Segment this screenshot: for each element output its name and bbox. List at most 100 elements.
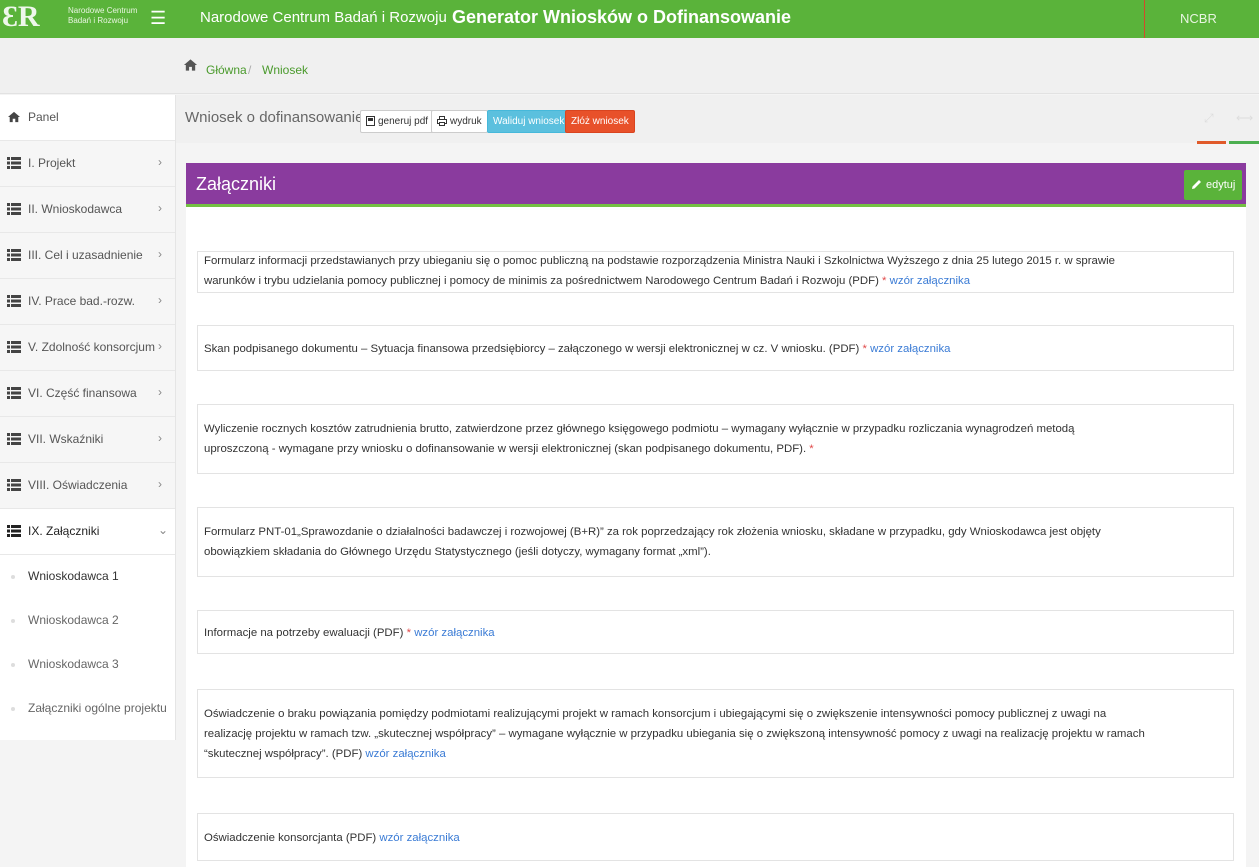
sidebar-subitem-label: Wnioskodawca 3 — [28, 657, 119, 671]
validate-button[interactable]: Waliduj wniosek — [487, 110, 571, 133]
sidebar-item-label: VI. Część finansowa — [28, 386, 137, 400]
attachment-item: Formularz informacji przedstawianych prz… — [197, 251, 1234, 293]
attachment-item: Oświadczenie konsorcjanta (PDF) wzór zał… — [197, 813, 1234, 861]
sidebar-item-panel[interactable]: Panel — [0, 95, 175, 141]
list-icon — [7, 249, 21, 261]
template-link[interactable]: wzór załącznika — [365, 748, 445, 760]
sidebar-subitem-zalaczniki-ogolne[interactable]: Załączniki ogólne projektu — [0, 687, 175, 731]
breadcrumb-current[interactable]: Wniosek — [262, 63, 308, 77]
list-icon — [7, 387, 21, 399]
sidebar-item-label: I. Projekt — [28, 156, 76, 170]
list-icon — [7, 341, 21, 353]
sidebar-item-label: III. Cel i uzasadnienie — [28, 248, 143, 262]
generate-pdf-label: generuj pdf — [378, 116, 429, 127]
print-button[interactable]: wydruk — [431, 110, 488, 133]
bullet-icon — [11, 707, 15, 711]
attachment-line: obowiązkiem składania do Głównego Urzędu… — [204, 546, 711, 558]
hamburger-icon[interactable]: ☰ — [150, 8, 166, 29]
attachment-text: Formularz informacji przedstawianych prz… — [204, 251, 1115, 291]
attachment-text: Formularz PNT-01„Sprawozdanie o działaln… — [204, 522, 1101, 562]
bullet-icon — [11, 575, 15, 579]
svg-text:ƐR: ƐR — [2, 0, 40, 33]
sidebar: Panel I. Projekt › II. Wnioskodawca › II… — [0, 95, 176, 740]
chevron-right-icon: › — [158, 431, 162, 445]
required-marker: * — [406, 627, 412, 639]
print-label: wydruk — [450, 116, 482, 127]
attachment-line-tail: uproszczoną - wymagane przy wniosku o do… — [204, 439, 1074, 459]
attachments-panel: Załączniki edytuj Formularz informacji p… — [186, 163, 1246, 867]
attachment-text: Oświadczenie o braku powiązania pomiędzy… — [204, 704, 1145, 764]
print-icon — [437, 116, 447, 126]
ncbr-logo[interactable]: ƐR — [0, 0, 62, 38]
edit-button[interactable]: edytuj — [1184, 170, 1243, 200]
sidebar-item-projekt[interactable]: I. Projekt › — [0, 141, 175, 187]
sidebar-item-label: V. Zdolność konsorcjum — [28, 340, 155, 354]
org-title: Narodowe Centrum Badań i Rozwoju — [200, 9, 447, 26]
sidebar-item-oswiadczenia[interactable]: VIII. Oświadczenia › — [0, 463, 175, 509]
attachment-text: Wyliczenie rocznych kosztów zatrudnienia… — [204, 419, 1074, 459]
attachment-line-tail: “skutecznej współpracy”. (PDF) wzór załą… — [204, 744, 1145, 764]
generate-pdf-button[interactable]: generuj pdf — [360, 110, 435, 133]
attachment-line: Formularz PNT-01„Sprawozdanie o działaln… — [204, 526, 1101, 538]
template-link[interactable]: wzór załącznika — [379, 832, 459, 844]
attachment-item: Skan podpisanego dokumentu – Sytuacja fi… — [197, 325, 1234, 371]
sidebar-item-label: Panel — [28, 110, 59, 124]
attachment-line: Oświadczenie konsorcjanta (PDF) — [204, 832, 377, 844]
topbar-divider — [1144, 0, 1145, 38]
sidebar-item-label: VII. Wskaźniki — [28, 432, 104, 446]
list-icon — [7, 295, 21, 307]
sidebar-item-wskazniki[interactable]: VII. Wskaźniki › — [0, 417, 175, 463]
chevron-right-icon: › — [158, 293, 162, 307]
file-icon — [366, 116, 375, 126]
sidebar-item-cel[interactable]: III. Cel i uzasadnienie › — [0, 233, 175, 279]
sidebar-item-zdolnosc[interactable]: V. Zdolność konsorcjum › — [0, 325, 175, 371]
home-icon[interactable] — [183, 58, 198, 72]
chevron-right-icon: › — [158, 247, 162, 261]
attachment-item: Wyliczenie rocznych kosztów zatrudnienia… — [197, 404, 1234, 474]
attachment-line: warunków i trybu udzielania pomocy publi… — [204, 275, 879, 287]
attachment-line: realizację projektu w ramach tzw. „skute… — [204, 728, 1145, 740]
sidebar-item-prace[interactable]: IV. Prace bad.-rozw. › — [0, 279, 175, 325]
panel-header: Załączniki edytuj — [186, 163, 1246, 207]
collapse-icon[interactable]: ⟷ — [1236, 111, 1253, 125]
expand-icon[interactable]: ⤢ — [1204, 111, 1214, 126]
logo-text-line2: Badań i Rozwoju — [68, 16, 129, 25]
list-icon — [7, 479, 21, 491]
template-link[interactable]: wzór załącznika — [890, 275, 970, 287]
attachment-line: uproszczoną - wymagane przy wniosku o do… — [204, 443, 807, 455]
attachment-text: Informacje na potrzeby ewaluacji (PDF) *… — [204, 623, 495, 643]
toolbar-indicator-green — [1229, 141, 1259, 144]
template-link[interactable]: wzór załącznika — [414, 627, 494, 639]
bullet-icon — [11, 619, 15, 623]
sidebar-subitem-label: Wnioskodawca 1 — [28, 569, 119, 583]
list-icon — [7, 525, 21, 537]
sidebar-item-finanse[interactable]: VI. Część finansowa › — [0, 371, 175, 417]
chevron-right-icon: › — [158, 385, 162, 399]
list-icon — [7, 433, 21, 445]
chevron-right-icon: › — [158, 477, 162, 491]
chevron-down-icon: ⌄ — [158, 523, 169, 537]
user-menu[interactable]: NCBR — [1180, 11, 1217, 26]
attachment-line: Oświadczenie o braku powiązania pomiędzy… — [204, 708, 1107, 720]
sidebar-item-zalaczniki[interactable]: IX. Załączniki ⌄ — [0, 509, 175, 555]
sidebar-submenu: Wnioskodawca 1 Wnioskodawca 2 Wnioskodaw… — [0, 555, 175, 731]
attachment-line: Skan podpisanego dokumentu – Sytuacja fi… — [204, 343, 860, 355]
sidebar-subitem-wnioskodawca-1[interactable]: Wnioskodawca 1 — [0, 555, 175, 599]
attachment-line: Wyliczenie rocznych kosztów zatrudnienia… — [204, 423, 1075, 435]
required-marker: * — [809, 443, 814, 455]
sidebar-item-label: VIII. Oświadczenia — [28, 478, 128, 492]
sidebar-subitem-wnioskodawca-3[interactable]: Wnioskodawca 3 — [0, 643, 175, 687]
attachment-item: Formularz PNT-01„Sprawozdanie o działaln… — [197, 507, 1234, 577]
attachment-item: Oświadczenie o braku powiązania pomiędzy… — [197, 689, 1234, 778]
breadcrumb-home[interactable]: Główna — [206, 63, 247, 77]
sidebar-subitem-label: Załączniki ogólne projektu — [28, 701, 167, 715]
sidebar-subitem-label: Wnioskodawca 2 — [28, 613, 119, 627]
list-icon — [7, 203, 21, 215]
sidebar-item-wnioskodawca[interactable]: II. Wnioskodawca › — [0, 187, 175, 233]
chevron-right-icon: › — [158, 155, 162, 169]
sidebar-subitem-wnioskodawca-2[interactable]: Wnioskodawca 2 — [0, 599, 175, 643]
breadcrumb: Główna / Wniosek — [0, 38, 1259, 94]
template-link[interactable]: wzór załącznika — [870, 343, 950, 355]
attachment-text: Oświadczenie konsorcjanta (PDF) wzór zał… — [204, 828, 460, 848]
submit-button[interactable]: Złóż wniosek — [565, 110, 635, 133]
